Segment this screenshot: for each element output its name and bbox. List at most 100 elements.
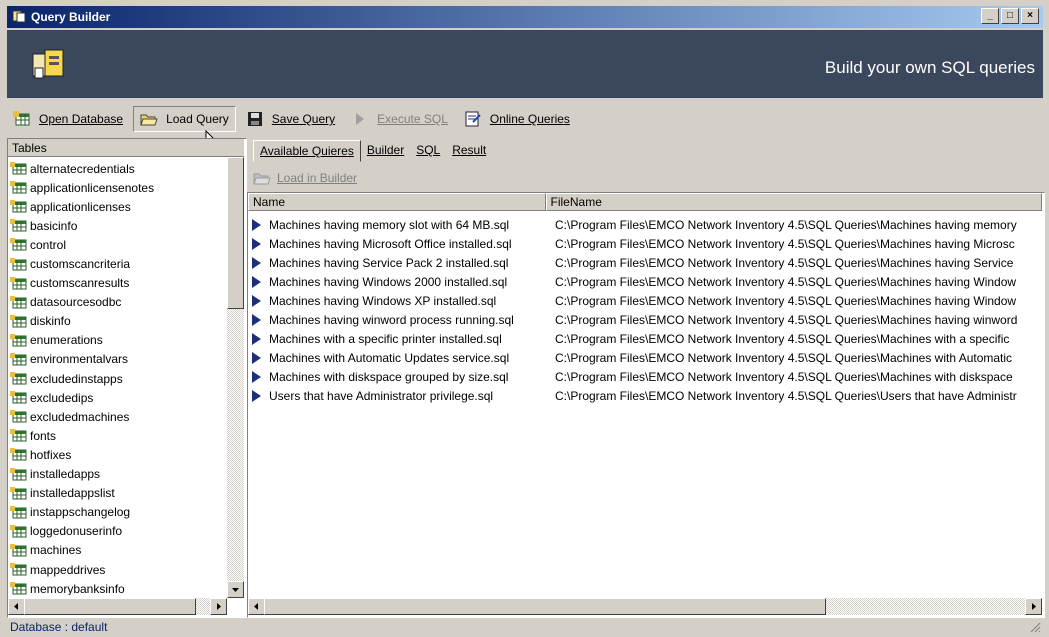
table-list-item[interactable]: control [10, 235, 224, 254]
column-filename[interactable]: FileName [545, 193, 1042, 211]
table-list-item[interactable]: applicationlicensenotes [10, 178, 224, 197]
table-list-item[interactable]: loggedonuserinfo [10, 522, 224, 541]
scroll-left-button[interactable] [8, 598, 25, 615]
query-arrow-icon [252, 294, 261, 307]
table-list-item[interactable]: customscancriteria [10, 254, 224, 273]
queries-list: Name FileName Machines having memory slo… [247, 192, 1045, 618]
query-row[interactable]: Machines having Windows 2000 installed.s… [252, 272, 1042, 291]
table-name: excludedinstapps [30, 371, 123, 386]
database-icon [13, 111, 31, 127]
query-name: Machines having Service Pack 2 installed… [269, 255, 509, 270]
table-name: customscanresults [30, 276, 130, 291]
query-row[interactable]: Machines with Automatic Updates service.… [252, 348, 1042, 367]
table-list-item[interactable]: excludedmachines [10, 407, 224, 426]
tab-available-queries[interactable]: Available Quieres [253, 140, 361, 162]
table-icon [10, 372, 27, 385]
table-icon [10, 352, 27, 366]
queries-horizontal-scrollbar[interactable] [248, 598, 1042, 615]
query-filename: C:\Program Files\EMCO Network Inventory … [555, 236, 1015, 251]
maximize-button[interactable]: □ [1001, 8, 1019, 24]
scroll-right-button[interactable] [1025, 598, 1042, 615]
query-row[interactable]: Machines with a specific printer install… [252, 329, 1042, 348]
table-icon [10, 295, 27, 309]
arrow-left-icon [14, 603, 18, 610]
table-list-item[interactable]: diskinfo [10, 312, 224, 331]
table-icon [10, 543, 27, 557]
scroll-thumb[interactable] [24, 598, 196, 615]
query-name: Users that have Administrator privilege.… [269, 388, 494, 403]
load-query-button[interactable]: Load Query [133, 106, 236, 132]
table-list-item[interactable]: excludedips [10, 388, 224, 407]
table-name: memorybanksinfo [30, 581, 125, 595]
scroll-thumb[interactable] [227, 157, 244, 309]
query-row[interactable]: Machines with diskspace grouped by size.… [252, 367, 1042, 386]
table-list-item[interactable]: mappeddrives [10, 560, 224, 579]
query-arrow-icon [252, 218, 261, 231]
banner-text: Build your own SQL queries [824, 58, 1035, 77]
table-list-item[interactable]: enumerations [10, 331, 224, 350]
status-bar: Database : default [7, 619, 1043, 635]
table-icon [10, 238, 27, 251]
save-disk-icon [246, 111, 264, 127]
query-name: Machines having Windows XP installed.sql [269, 293, 497, 308]
tables-vertical-scrollbar[interactable] [227, 157, 244, 598]
table-list-item[interactable]: basicinfo [10, 216, 224, 235]
tab-strip: Available Quieres Builder SQL Result [253, 140, 492, 162]
online-queries-button[interactable]: Online Queries [458, 107, 576, 131]
table-list-item[interactable]: instappschangelog [10, 503, 224, 522]
scroll-left-button[interactable] [248, 598, 265, 615]
scroll-down-button[interactable] [227, 581, 244, 598]
table-name: mappeddrives [30, 562, 106, 577]
table-list-item[interactable]: installedappslist [10, 484, 224, 503]
query-row[interactable]: Machines having Microsoft Office install… [252, 234, 1042, 253]
table-icon [10, 467, 27, 481]
table-list-item[interactable]: applicationlicenses [10, 197, 224, 216]
query-filename: C:\Program Files\EMCO Network Inventory … [555, 350, 1013, 365]
table-list-item[interactable]: fonts [10, 426, 224, 445]
query-filename: C:\Program Files\EMCO Network Inventory … [555, 274, 1017, 289]
query-row[interactable]: Machines having Windows XP installed.sql… [252, 291, 1042, 310]
tables-list: alternatecredentials applicationlicenseno… [10, 159, 224, 595]
table-icon [10, 391, 27, 404]
resize-grip-icon[interactable] [1029, 621, 1041, 633]
query-row[interactable]: Machines having Service Pack 2 installed… [252, 253, 1042, 272]
table-icon [10, 219, 27, 232]
query-arrow-icon [252, 370, 261, 383]
scroll-right-button[interactable] [210, 598, 227, 615]
table-icon [10, 486, 27, 500]
table-list-item[interactable]: hotfixes [10, 445, 224, 464]
table-name: applicationlicensenotes [30, 180, 155, 195]
query-row[interactable]: Machines having winword process running.… [252, 310, 1042, 329]
load-in-builder-button[interactable]: Load in Builder [253, 170, 357, 186]
table-list-item[interactable]: datasourcesodbc [10, 293, 224, 312]
execute-sql-button[interactable]: Execute SQL [345, 107, 454, 131]
tab-sql[interactable]: SQL [410, 140, 446, 160]
save-query-button[interactable]: Save Query [240, 107, 341, 131]
table-list-item[interactable]: installedapps [10, 465, 224, 484]
table-name: enumerations [30, 333, 103, 348]
tab-result[interactable]: Result [446, 140, 492, 160]
table-name: machines [30, 543, 82, 558]
query-rows: Machines having memory slot with 64 MB.s… [252, 215, 1042, 405]
table-list-item[interactable]: machines [10, 541, 224, 560]
table-icon [10, 582, 27, 595]
table-list-item[interactable]: alternatecredentials [10, 159, 224, 178]
open-database-button[interactable]: Open Database [7, 107, 129, 131]
table-list-item[interactable]: environmentalvars [10, 350, 224, 369]
column-name[interactable]: Name [248, 193, 546, 211]
query-row[interactable]: Users that have Administrator privilege.… [252, 386, 1042, 405]
query-arrow-icon [252, 275, 261, 288]
arrow-down-icon [232, 588, 239, 592]
scroll-thumb[interactable] [264, 598, 826, 615]
query-arrow-icon [252, 332, 261, 345]
minimize-button[interactable]: _ [981, 8, 999, 24]
table-list-item[interactable]: excludedinstapps [10, 369, 224, 388]
query-name: Machines with Automatic Updates service.… [269, 350, 510, 365]
close-button[interactable]: × [1021, 8, 1039, 24]
tables-horizontal-scrollbar[interactable] [8, 598, 227, 615]
table-list-item[interactable]: memorybanksinfo [10, 579, 224, 595]
table-list-item[interactable]: customscanresults [10, 274, 224, 293]
query-row[interactable]: Machines having memory slot with 64 MB.s… [252, 215, 1042, 234]
tab-builder[interactable]: Builder [361, 140, 410, 160]
table-name: hotfixes [30, 447, 72, 462]
